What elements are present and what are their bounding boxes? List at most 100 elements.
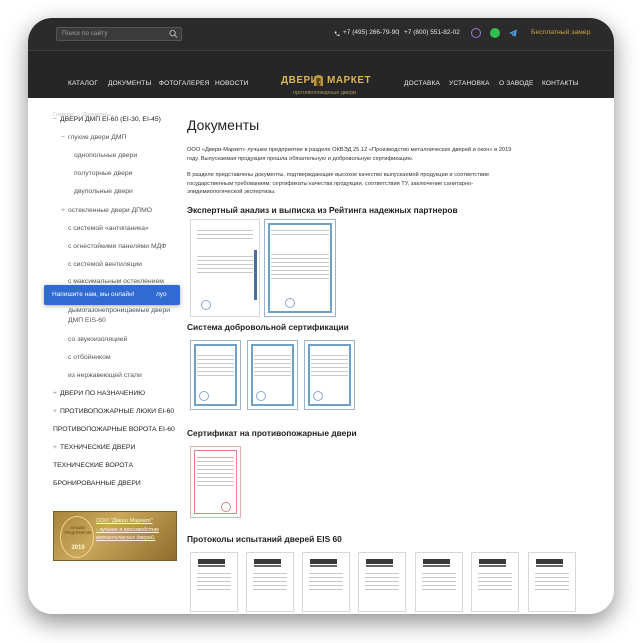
sidebar-item-soundproof[interactable]: со звукоизоляцией	[68, 336, 127, 343]
phone-separator: |	[398, 29, 400, 36]
sidebar-item-smoke-tight[interactable]: дымогазонепроницаемые двери	[68, 307, 170, 314]
phone-number-1[interactable]: +7 (495) 266-79-90	[343, 29, 399, 36]
sidebar-item-solid-doors[interactable]: − глухие двери ДМП	[61, 134, 126, 141]
sidebar-item-label: со звукоизоляцией	[68, 336, 128, 343]
stamp-icon	[201, 300, 211, 310]
whatsapp-icon[interactable]	[490, 28, 500, 38]
search-input[interactable]: Поиск по сайту	[56, 27, 182, 41]
sidebar-item-label: полуторные двери	[74, 170, 133, 177]
nav-catalog[interactable]: КАТАЛОГ	[68, 80, 98, 87]
sidebar-item-eis60[interactable]: ДМП EIS-60	[68, 317, 106, 324]
search-placeholder: Поиск по сайту	[62, 30, 108, 37]
sidebar-item-label: ТЕХНИЧЕСКИЕ ДВЕРИ	[59, 444, 136, 451]
document-thumbnail[interactable]	[415, 552, 463, 612]
sidebar-item-ventilation[interactable]: с системой вентиляции	[68, 261, 142, 268]
door-emblem-icon[interactable]	[313, 74, 324, 87]
chat-label-tail: луо	[156, 291, 167, 298]
document-thumbnail[interactable]	[190, 340, 241, 410]
sidebar-item-one-and-half[interactable]: полуторные двери	[74, 170, 132, 177]
sidebar-item-label: ПРОТИВОПОЖАРНЫЕ ЛЮКИ EI-60	[59, 408, 175, 415]
document-thumbnail[interactable]	[358, 552, 406, 612]
top-bar: Поиск по сайту +7 (495) 266-79-90 | +7 (…	[28, 18, 614, 50]
phone-icon	[334, 31, 340, 37]
nav-documents[interactable]: ДОКУМЕНТЫ	[108, 80, 151, 87]
sidebar-item-label: с системой вентиляции	[68, 261, 142, 268]
sidebar-item-double-leaf[interactable]: двупольные двери	[74, 188, 133, 195]
page-title: Документы	[187, 117, 260, 133]
sidebar-item-dmp-doors[interactable]: − ДВЕРИ ДМП EI-60 (EI-30, EI-45)	[53, 116, 161, 123]
viber-icon[interactable]	[471, 28, 481, 38]
sidebar-item-label: глухие двери ДМП	[67, 134, 127, 141]
sidebar-item-label: ДВЕРИ ПО НАЗНАЧЕНИЮ	[59, 390, 146, 397]
sidebar-item-antipanic[interactable]: с системой «антипаника»	[68, 225, 149, 232]
nav-news[interactable]: НОВОСТИ	[215, 80, 248, 87]
section-title-expert: Экспертный анализ и выписка из Рейтинга …	[187, 205, 458, 215]
sidebar-item-label: с огнестойкими панелями МДФ	[68, 243, 167, 250]
documents-paragraph: В разделе представлены документы, подтве…	[187, 172, 490, 195]
document-thumbnail[interactable]	[304, 340, 355, 410]
seal-line-2: ПРЕДПРИЯТИЕ	[64, 531, 92, 535]
document-thumbnail[interactable]	[246, 552, 294, 612]
document-thumbnail[interactable]	[190, 446, 241, 518]
sidebar-item-technical-doors[interactable]: + ТЕХНИЧЕСКИЕ ДВЕРИ	[53, 444, 135, 451]
stamp-icon	[313, 391, 323, 401]
sidebar-item-label: из нержавеющей стали	[68, 372, 142, 379]
document-thumbnail[interactable]	[302, 552, 350, 612]
nav-about-factory[interactable]: О ЗАВОДЕ	[499, 80, 534, 87]
sidebar-item-armored-doors[interactable]: БРОНИРОВАННЫЕ ДВЕРИ	[53, 480, 141, 487]
intro-paragraph: ООО «Двери-Маркет» лучшее предприятие в …	[187, 147, 512, 162]
sidebar-item-kickplate[interactable]: с отбойником	[68, 354, 111, 361]
sidebar-item-fire-gates[interactable]: ПРОТИВОПОЖАРНЫЕ ВОРОТА EI-60	[53, 426, 175, 433]
section-title-eis-protocols: Протоколы испытаний дверей EIS 60	[187, 534, 342, 544]
sidebar-item-label: ДМП EIS-60	[68, 317, 106, 324]
logo-text-right[interactable]: МАРКЕТ	[327, 75, 371, 86]
browser-frame: Поиск по сайту +7 (495) 266-79-90 | +7 (…	[28, 18, 614, 614]
nav-gallery[interactable]: ФОТОГАЛЕРЕЯ	[159, 80, 209, 87]
search-icon[interactable]	[169, 29, 178, 39]
award-seal: ЛУЧШЕЕ ПРЕДПРИЯТИЕ 2019	[60, 516, 94, 558]
banner-line-3: металлических дверей.	[96, 535, 156, 541]
nav-delivery[interactable]: ДОСТАВКА	[404, 80, 440, 87]
banner-line-2: - лучшее в производстве	[96, 527, 159, 533]
section-title-voluntary: Система добровольной сертификации	[187, 322, 349, 332]
document-thumbnail[interactable]	[190, 219, 260, 317]
sidebar-item-by-purpose[interactable]: + ДВЕРИ ПО НАЗНАЧЕНИЮ	[53, 390, 145, 397]
sidebar-item-label: ПРОТИВОПОЖАРНЫЕ ВОРОТА EI-60	[53, 426, 175, 433]
section-title-fire-cert: Сертификат на противопожарные двери	[187, 428, 357, 438]
sidebar-item-hatches[interactable]: + ПРОТИВОПОЖАРНЫЕ ЛЮКИ EI-60	[53, 408, 174, 415]
sidebar-item-mdf-panels[interactable]: с огнестойкими панелями МДФ	[68, 243, 166, 250]
nav-contacts[interactable]: КОНТАКТЫ	[542, 80, 579, 87]
sidebar-item-label: ДВЕРИ ДМП EI-60 (EI-30, EI-45)	[59, 116, 161, 123]
chat-label: Напишите нам, мы онлайн!	[52, 291, 135, 298]
stamp-icon	[221, 502, 231, 512]
seal-line-1: ЛУЧШЕЕ	[70, 526, 86, 530]
nav-installation[interactable]: УСТАНОВКА	[449, 80, 490, 87]
document-thumbnail[interactable]	[471, 552, 519, 612]
phone-number-2[interactable]: +7 (800) 551-82-02	[404, 29, 460, 36]
sidebar-item-label: двупольные двери	[74, 188, 133, 195]
sidebar-item-label: с максимальным остеклением	[68, 278, 164, 285]
document-thumbnail[interactable]	[247, 340, 298, 410]
sidebar-item-label: с отбойником	[68, 354, 111, 361]
seal-year: 2019	[71, 545, 85, 551]
best-enterprise-banner[interactable]: ЛУЧШЕЕ ПРЕДПРИЯТИЕ 2019 ООО "Двери Марке…	[53, 511, 177, 561]
free-measure-link[interactable]: Бесплатный замер	[531, 29, 590, 36]
sidebar-item-glazed-doors[interactable]: + остекленные двери ДПМО	[61, 207, 152, 214]
sidebar-item-single-leaf[interactable]: однопольные двери	[74, 152, 137, 159]
stamp-icon	[256, 391, 266, 401]
main-nav: КАТАЛОГ ДОКУМЕНТЫ ФОТОГАЛЕРЕЯ НОВОСТИ ДВ…	[28, 50, 614, 98]
sidebar-item-label: дымогазонепроницаемые двери	[68, 307, 171, 314]
sidebar-item-label: однопольные двери	[74, 152, 138, 159]
sidebar-item-label: остекленные двери ДПМО	[67, 207, 153, 214]
telegram-icon[interactable]	[508, 28, 518, 38]
document-thumbnail[interactable]	[264, 219, 336, 317]
document-thumbnail[interactable]	[190, 552, 238, 612]
sidebar-item-max-glazing[interactable]: с максимальным остеклением	[68, 278, 164, 285]
online-chat-button[interactable]: Напишите нам, мы онлайн! луо	[44, 285, 180, 305]
stamp-icon	[199, 391, 209, 401]
document-thumbnail[interactable]	[528, 552, 576, 612]
stamp-icon	[285, 298, 295, 308]
sidebar-item-stainless[interactable]: из нержавеющей стали	[68, 372, 142, 379]
sidebar-item-label: БРОНИРОВАННЫЕ ДВЕРИ	[53, 480, 141, 487]
sidebar-item-technical-gates[interactable]: ТЕХНИЧЕСКИЕ ВОРОТА	[53, 462, 133, 469]
